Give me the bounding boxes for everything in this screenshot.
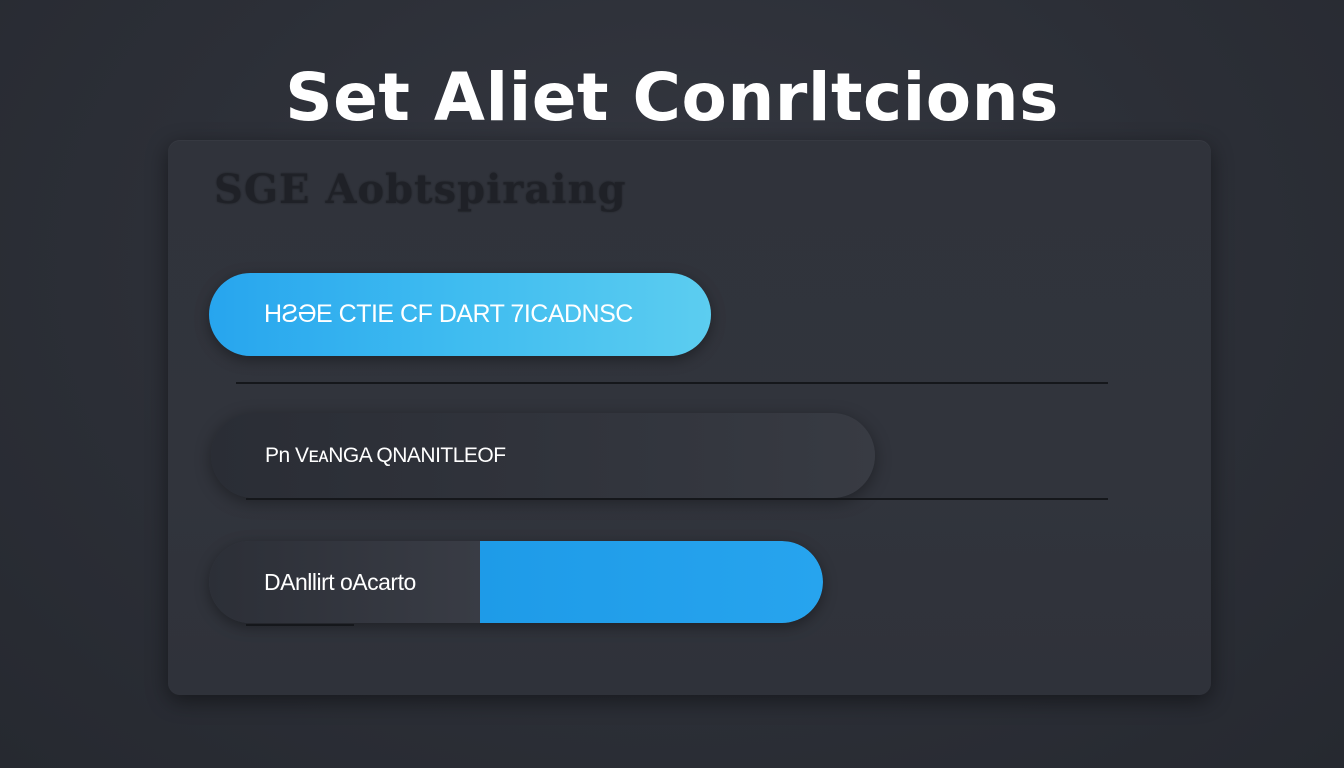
toggle-label-segment: DAnllirt oAcarto [209, 541, 480, 623]
alert-conditions-panel: SGE Aobtspiraing HƧƏE CTIE CF DART 7ICAD… [168, 140, 1211, 695]
quantity-condition-field[interactable]: Pn VᴇᴀNGA QNANITLEOF [211, 413, 875, 498]
divider [246, 624, 354, 626]
toggle-active-segment[interactable] [480, 541, 823, 623]
toggle-label: DAnllirt oAcarto [264, 568, 416, 595]
quantity-condition-label: Pn VᴇᴀNGA QNANITLEOF [265, 443, 506, 467]
divider [246, 498, 1108, 500]
page-title: Set Aliet Conrltcions [285, 59, 1059, 136]
notification-toggle[interactable]: DAnllirt oAcarto [209, 541, 823, 623]
panel-heading: SGE Aobtspiraing [214, 166, 627, 213]
primary-condition-button[interactable]: HƧƏE CTIE CF DART 7ICADNSC [209, 273, 711, 356]
divider [236, 382, 1108, 384]
primary-condition-label: HƧƏE CTIE CF DART 7ICADNSC [264, 300, 633, 328]
